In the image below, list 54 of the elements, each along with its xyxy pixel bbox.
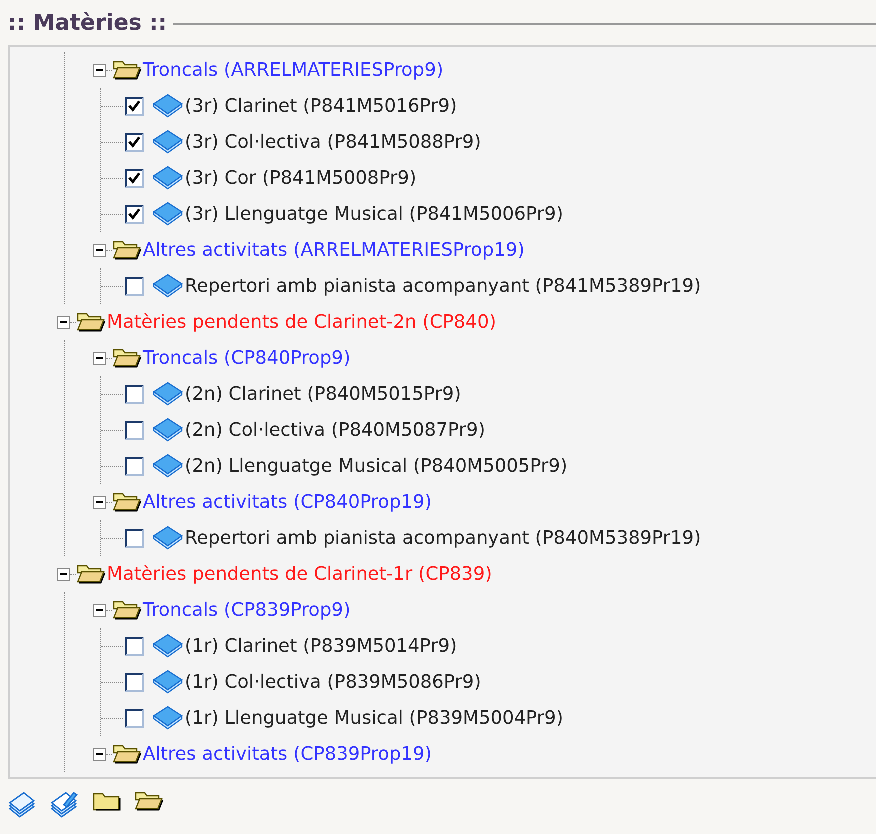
collapse-toggle[interactable] <box>93 496 106 508</box>
book-icon <box>152 633 184 659</box>
checkbox[interactable] <box>125 132 144 152</box>
checkbox[interactable] <box>125 168 144 188</box>
collapse-toggle[interactable] <box>93 244 106 256</box>
subject-label[interactable]: (2n) Llenguatge Musical (P840M5005Pr9) <box>184 456 568 476</box>
collapse-toggle[interactable] <box>57 568 70 580</box>
group-label[interactable]: Troncals (CP839Prop9) <box>142 600 351 620</box>
group-label[interactable]: Troncals (ARRELMATERIESProp9) <box>142 60 444 80</box>
checkbox[interactable] <box>125 528 144 548</box>
checkbox[interactable] <box>125 420 144 440</box>
checkbox[interactable] <box>125 204 144 224</box>
subject-label[interactable]: (1r) Clarinet (P839M5014Pr9) <box>184 636 458 656</box>
group-label[interactable]: Altres activitats (CP840Prop19) <box>142 492 432 512</box>
subject-label[interactable]: (1r) Llenguatge Musical (P839M5004Pr9) <box>184 708 564 728</box>
subject-label[interactable]: (2n) Col·lectiva (P840M5087Pr9) <box>184 420 486 440</box>
subject-label[interactable]: (1r) Col·lectiva (P839M5086Pr9) <box>184 672 482 692</box>
checkbox[interactable] <box>125 456 144 476</box>
book-pencil-icon[interactable] <box>50 789 80 819</box>
collapse-toggle[interactable] <box>93 748 106 760</box>
subject-label[interactable]: (2n) Clarinet (P840M5015Pr9) <box>184 384 462 404</box>
checkbox[interactable] <box>125 276 144 296</box>
book-icon <box>152 381 184 407</box>
checkbox[interactable] <box>125 672 144 692</box>
group-label[interactable]: Matèries pendents de Clarinet-2n (CP840) <box>106 312 496 332</box>
group-label[interactable]: Altres activitats (CP839Prop19) <box>142 744 432 764</box>
book-icon <box>152 453 184 479</box>
book-icon <box>152 525 184 551</box>
panel-title: :: Matèries :: <box>8 10 168 36</box>
group-label[interactable]: Matèries pendents de Clarinet-1r (CP839) <box>106 564 492 584</box>
collapse-toggle[interactable] <box>57 316 70 328</box>
collapse-toggle[interactable] <box>93 64 106 76</box>
checkbox[interactable] <box>125 708 144 728</box>
group-label[interactable]: Altres activitats (ARRELMATERIESProp19) <box>142 240 525 260</box>
book-icon <box>152 417 184 443</box>
subject-label[interactable]: (3r) Cor (P841M5008Pr9) <box>184 168 417 188</box>
book-icon <box>152 165 184 191</box>
subject-label[interactable]: (3r) Col·lectiva (P841M5088Pr9) <box>184 132 482 152</box>
book-icon <box>152 93 184 119</box>
book-icon <box>152 129 184 155</box>
subject-label[interactable]: (3r) Clarinet (P841M5016Pr9) <box>184 96 458 116</box>
subject-label[interactable]: (3r) Llenguatge Musical (P841M5006Pr9) <box>184 204 564 224</box>
subject-label[interactable]: Repertori amb pianista acompanyant (P840M5389Pr19) <box>184 528 702 548</box>
collapse-toggle[interactable] <box>93 604 106 616</box>
book-icon <box>152 201 184 227</box>
checkbox[interactable] <box>125 636 144 656</box>
book-icon <box>152 705 184 731</box>
collapse-toggle[interactable] <box>93 352 106 364</box>
book-icon <box>152 669 184 695</box>
group-label[interactable]: Troncals (CP840Prop9) <box>142 348 351 368</box>
checkbox[interactable] <box>125 96 144 116</box>
subject-label[interactable]: Repertori amb pianista acompanyant (P841M5389Pr19) <box>184 276 702 296</box>
book-icon <box>152 273 184 299</box>
checkbox[interactable] <box>125 384 144 404</box>
